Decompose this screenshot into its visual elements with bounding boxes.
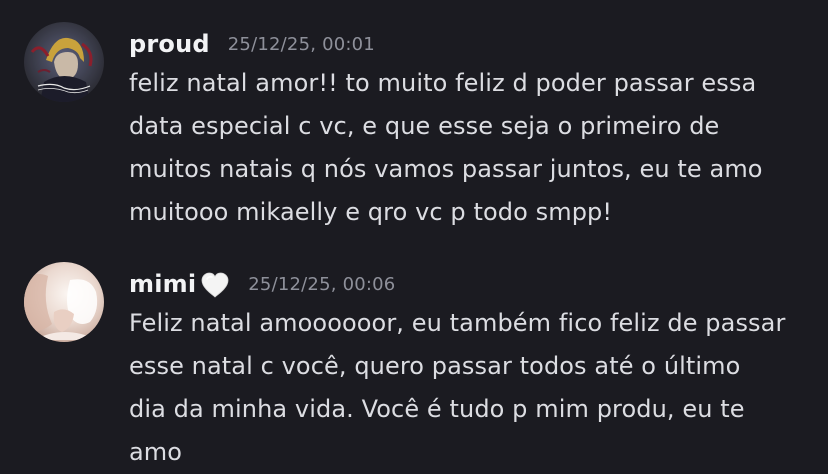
avatar-image (24, 262, 104, 342)
timestamp: 25/12/25, 00:06 (248, 273, 396, 295)
username[interactable]: proud (129, 30, 210, 58)
timestamp: 25/12/25, 00:01 (227, 33, 375, 55)
user-avatar[interactable] (24, 22, 104, 102)
message-content: mimi 25/12/25, 00:06 Feliz natal amooooo… (129, 262, 819, 474)
username[interactable]: mimi (129, 270, 196, 298)
message-text: feliz natal amor!! to muito feliz d pode… (129, 69, 763, 226)
message-text: Feliz natal amoooooor, eu também fico fe… (129, 309, 786, 466)
user-avatar[interactable] (24, 262, 104, 342)
message-content: proud 25/12/25, 00:01 feliz natal amor!!… (129, 22, 819, 234)
message-header: mimi 25/12/25, 00:06 (129, 262, 819, 306)
white-heart-icon (200, 271, 230, 299)
message-header: proud 25/12/25, 00:01 (129, 22, 819, 66)
avatar-image (24, 22, 104, 102)
